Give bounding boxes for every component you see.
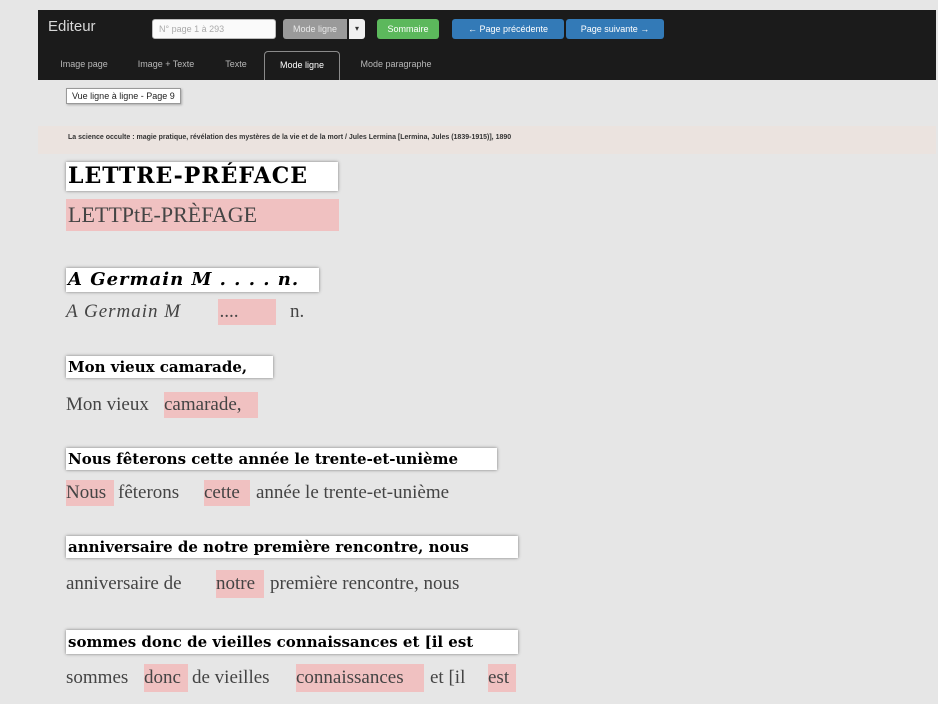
caret-down-icon[interactable]: ▾ <box>349 19 365 39</box>
ocr-word[interactable]: Mon vieux <box>66 392 164 418</box>
tab-image-page[interactable]: Image page <box>52 51 116 80</box>
ocr-word-flagged[interactable]: connaissances <box>296 664 424 692</box>
tab-text[interactable]: Texte <box>216 51 256 80</box>
page-number-input[interactable] <box>152 19 276 39</box>
ocr-word-flagged[interactable]: Nous <box>66 480 114 506</box>
ocr-line-6[interactable]: sommes donc de vieilles connaissances et [il… <box>66 664 516 692</box>
scan-line-4: Nous fêterons cette année le trente-et-u… <box>66 448 497 470</box>
ocr-word[interactable]: sommes <box>66 664 144 692</box>
navbar: Editeur Mode ligne ▾ Sommaire ← Page pré… <box>38 10 936 80</box>
document-title: La science occulte : magie pratique, rév… <box>68 134 512 141</box>
ocr-word[interactable]: A Germain M <box>66 299 218 325</box>
mode-select[interactable]: Mode ligne <box>283 19 347 39</box>
next-page-button[interactable]: Page suivante → <box>566 19 664 39</box>
previous-page-button[interactable]: ← Page précédente <box>452 19 564 39</box>
ocr-line-1[interactable]: LETTPtE-PRÈFAGE <box>66 199 339 231</box>
ocr-word[interactable]: première rencontre, nous <box>270 570 459 598</box>
tab-image-text[interactable]: Image + Texte <box>126 51 206 80</box>
ocr-line-3[interactable]: Mon vieux camarade, <box>66 392 258 418</box>
scan-line-6: sommes donc de vieilles connaissances et… <box>66 630 518 654</box>
tab-line-mode[interactable]: Mode ligne <box>264 51 340 80</box>
document-title-bar: La science occulte : magie pratique, rév… <box>38 126 936 154</box>
tab-paragraph-mode[interactable]: Mode paragraphe <box>348 51 444 80</box>
ocr-word[interactable]: et [il <box>430 664 488 692</box>
ocr-line-4[interactable]: Nous fêterons cette année le trente-et-uniè… <box>66 480 449 506</box>
scan-line-3: Mon vieux camarade, <box>66 356 273 378</box>
ocr-line-5[interactable]: anniversaire de notre première rencontre, … <box>66 570 459 598</box>
summary-button[interactable]: Sommaire <box>377 19 439 39</box>
ocr-word-flagged[interactable]: .... <box>218 299 276 325</box>
ocr-word-flagged[interactable]: camarade, <box>164 392 258 418</box>
brand-title[interactable]: Editeur <box>48 18 96 35</box>
ocr-word-flagged[interactable]: cette <box>204 480 250 506</box>
ocr-word-flagged[interactable]: donc <box>144 664 188 692</box>
ocr-word-flagged[interactable]: est <box>488 664 516 692</box>
scan-line-5: anniversaire de notre première rencontre… <box>66 536 518 558</box>
scan-line-1: LETTRE-PRÉFACE <box>66 162 338 191</box>
scan-line-2: A Germain M . . . . n. <box>66 268 319 292</box>
ocr-word[interactable]: de vieilles <box>192 664 292 692</box>
ocr-word[interactable]: fêterons <box>118 480 202 506</box>
view-tabs: Image page Image + Texte Texte Mode lign… <box>38 46 936 80</box>
ocr-word[interactable]: anniversaire de <box>66 570 216 598</box>
ocr-word[interactable]: n. <box>290 299 304 325</box>
ocr-word-flagged[interactable]: LETTPtE-PRÈFAGE <box>66 199 339 231</box>
ocr-word[interactable]: année le trente-et-unième <box>256 480 449 506</box>
ocr-word-flagged[interactable]: notre <box>216 570 264 598</box>
view-label: Vue ligne à ligne - Page 9 <box>66 88 181 104</box>
ocr-line-2[interactable]: A Germain M.... n. <box>66 299 304 325</box>
